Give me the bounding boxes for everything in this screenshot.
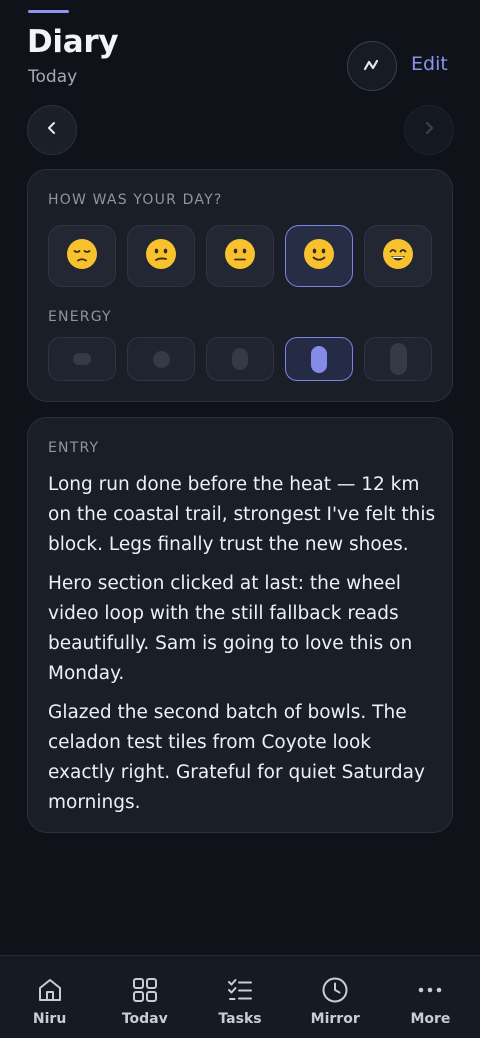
diary-screen: Diary Today Edit HOW WAS YOUR DAY? ENERG…	[0, 0, 480, 1038]
energy-label: ENERGY	[48, 309, 112, 325]
tab-label: Mirror	[310, 1011, 360, 1027]
chevron-left-icon	[46, 120, 58, 140]
tab-tasks[interactable]: Tasks	[192, 956, 287, 1027]
entry-card[interactable]: ENTRY Long run done before the heat — 12…	[27, 417, 453, 833]
neutral-face-icon	[224, 238, 256, 274]
clock-icon	[320, 975, 350, 1005]
grid-icon	[130, 975, 160, 1005]
mood-option-confused[interactable]	[127, 225, 195, 287]
tab-label: Tasks	[218, 1011, 262, 1027]
checklist-icon	[225, 975, 255, 1005]
energy-level-1[interactable]	[48, 337, 116, 381]
previous-day-button[interactable]	[27, 105, 77, 155]
mood-option-pensive[interactable]	[48, 225, 116, 287]
pensive-face-icon	[66, 238, 98, 274]
mood-option-neutral[interactable]	[206, 225, 274, 287]
top-accent-bar	[28, 10, 69, 13]
tab-label: Todav	[121, 1011, 168, 1027]
energy-bar	[152, 350, 170, 368]
bottom-tab-bar: Niru Todav Tasks Mirror More	[0, 955, 480, 1038]
grinning-face-icon	[382, 238, 414, 274]
more-icon	[415, 975, 445, 1005]
entry-text[interactable]: Long run done before the heat — 12 km on…	[48, 470, 440, 827]
home-icon	[35, 975, 65, 1005]
mood-label: HOW WAS YOUR DAY?	[48, 192, 223, 208]
energy-bar	[232, 348, 248, 370]
energy-level-2[interactable]	[127, 337, 195, 381]
energy-level-4[interactable]	[285, 337, 353, 381]
energy-level-3[interactable]	[206, 337, 274, 381]
mood-card: HOW WAS YOUR DAY? ENERGY	[27, 169, 453, 402]
page-subtitle: Today	[28, 67, 78, 87]
next-day-button[interactable]	[404, 105, 454, 155]
trend-button[interactable]	[347, 41, 397, 91]
mood-option-slight-smile[interactable]	[285, 225, 353, 287]
confused-face-icon	[145, 238, 177, 274]
tab-label: More	[410, 1011, 451, 1027]
chevron-right-icon	[423, 120, 435, 140]
tab-mirror[interactable]: Mirror	[288, 956, 383, 1027]
entry-paragraph: Hero section clicked at last: the wheel …	[48, 573, 413, 684]
entry-label: ENTRY	[48, 440, 100, 456]
edit-button[interactable]: Edit	[411, 53, 448, 75]
mood-options	[48, 225, 432, 287]
energy-bar	[311, 345, 327, 373]
page-title: Diary	[27, 24, 119, 60]
entry-paragraph: Glazed the second batch of bowls. The ce…	[48, 702, 425, 813]
slight-smile-face-icon	[303, 238, 335, 274]
mood-option-grin[interactable]	[364, 225, 432, 287]
trend-icon	[363, 57, 381, 76]
tab-more[interactable]: More	[383, 956, 478, 1027]
tab-todav[interactable]: Todav	[97, 956, 192, 1027]
energy-bar	[389, 343, 407, 375]
tab-niru[interactable]: Niru	[2, 956, 97, 1027]
energy-bar	[73, 353, 91, 365]
tab-label: Niru	[32, 1011, 67, 1027]
energy-options	[48, 337, 432, 381]
entry-paragraph: Long run done before the heat — 12 km on…	[48, 474, 436, 555]
energy-level-5[interactable]	[364, 337, 432, 381]
